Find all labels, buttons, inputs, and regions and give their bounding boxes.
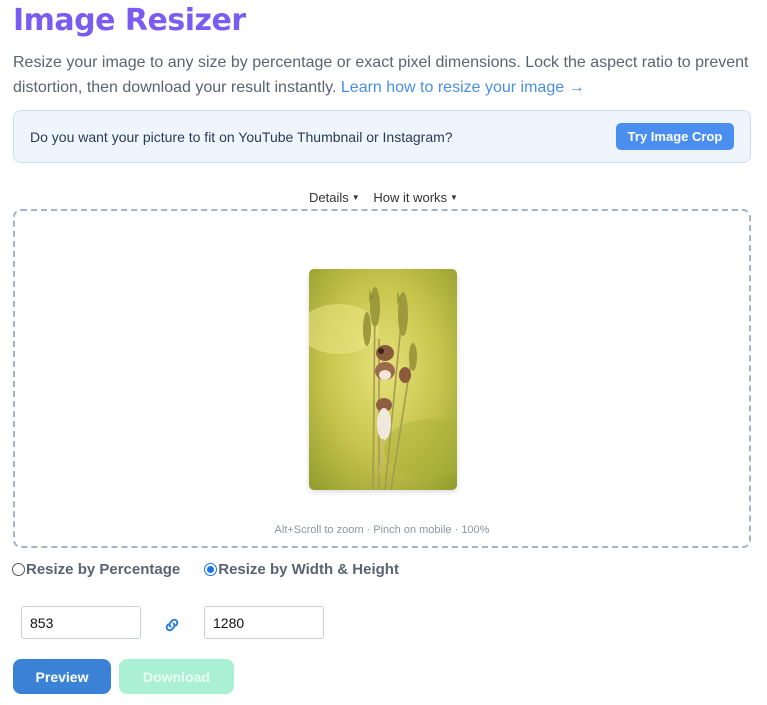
- how-it-works-label: How it works: [373, 190, 448, 205]
- banner-text: Do you want your picture to fit on YouTu…: [30, 129, 453, 145]
- preview-button[interactable]: Preview: [13, 659, 111, 694]
- width-input[interactable]: [21, 606, 141, 639]
- resize-by-width-height-option[interactable]: Resize by Width & Height: [204, 561, 399, 578]
- caret-down-icon: ▼: [351, 193, 360, 202]
- image-preview: [309, 269, 457, 490]
- details-toggle[interactable]: Details ▼: [309, 190, 360, 205]
- percentage-label: Resize by Percentage: [26, 561, 181, 578]
- resize-mode-group: Resize by Percentage Resize by Width & H…: [12, 561, 423, 578]
- zoom-hint: Alt+Scroll to zoom · Pinch on mobile · 1…: [274, 524, 490, 536]
- info-toggles: Details ▼ How it works ▼: [0, 190, 767, 205]
- details-label: Details: [309, 190, 349, 205]
- caret-down-icon: ▼: [450, 193, 458, 202]
- learn-link[interactable]: Learn how to resize your image →: [341, 79, 585, 96]
- width-height-radio[interactable]: [204, 563, 218, 576]
- percentage-radio[interactable]: [12, 563, 25, 576]
- link-icon[interactable]: [163, 616, 181, 634]
- download-button[interactable]: Download: [119, 659, 234, 694]
- resize-by-percentage-option[interactable]: Resize by Percentage: [12, 561, 180, 578]
- image-resizer-page: Image Resizer Resize your image to any s…: [0, 0, 767, 705]
- crop-banner: Do you want your picture to fit on YouTu…: [13, 110, 751, 163]
- width-height-label: Resize by Width & Height: [218, 561, 399, 578]
- height-input[interactable]: [204, 606, 324, 639]
- image-dropzone[interactable]: Alt+Scroll to zoom · Pinch on mobile · 1…: [13, 209, 751, 548]
- how-it-works-toggle[interactable]: How it works ▼: [373, 190, 458, 205]
- intro-text: Resize your image to any size by percent…: [13, 50, 753, 100]
- mice-on-wheat-image: [309, 269, 457, 490]
- page-title: Image Resizer: [13, 3, 246, 38]
- try-image-crop-button[interactable]: Try Image Crop: [616, 123, 734, 150]
